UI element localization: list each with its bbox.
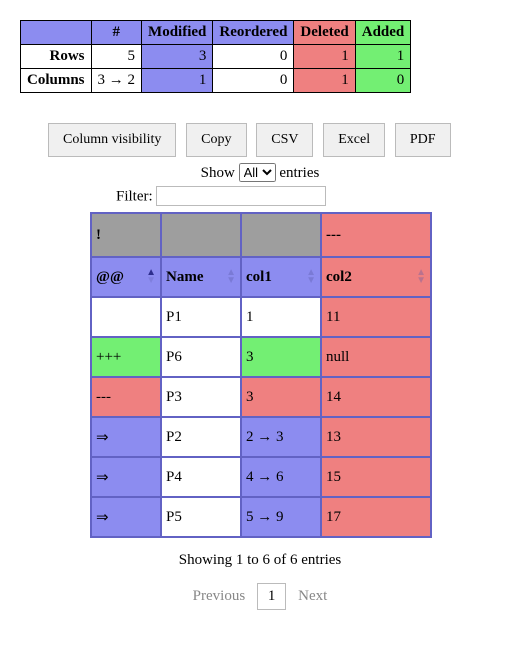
- summary-hdr-deleted: Deleted: [294, 21, 355, 45]
- diff-cell: P2: [161, 417, 241, 457]
- diff-cell: 5 → 9: [241, 497, 321, 537]
- diff-h1-c3: ---: [321, 213, 431, 257]
- diff-h2-c1-label: Name: [166, 269, 204, 285]
- diff-cell: ⇒: [91, 417, 161, 457]
- length-menu-suffix: entries: [279, 165, 319, 181]
- table-row: --- P3 3 14: [91, 377, 431, 417]
- table-row: P1 1 11: [91, 297, 431, 337]
- sort-asc-icon: ▲▼: [146, 269, 156, 285]
- diff-cell: 15: [321, 457, 431, 497]
- summary-hdr-modified: Modified: [142, 21, 213, 45]
- diff-cell: 13: [321, 417, 431, 457]
- sort-icon: ▲▼: [416, 269, 426, 285]
- diff-header-row-2: @@ ▲▼ Name ▲▼ col1 ▲▼ col2 ▲▼: [91, 257, 431, 297]
- diff-table: ! --- @@ ▲▼ Name ▲▼ col1 ▲▼ col2 ▲▼: [90, 212, 432, 538]
- summary-cols-deleted: 1: [294, 69, 355, 93]
- filter-label: Filter:: [116, 189, 153, 205]
- summary-rows-deleted: 1: [294, 45, 355, 69]
- summary-hdr-reordered: Reordered: [213, 21, 294, 45]
- diff-cell: P5: [161, 497, 241, 537]
- diff-h2-c1[interactable]: Name ▲▼: [161, 257, 241, 297]
- diff-cell: 11: [321, 297, 431, 337]
- diff-cell: ⇒: [91, 457, 161, 497]
- summary-row-rows: Rows 5 3 0 1 1: [21, 45, 411, 69]
- diff-cell: ---: [91, 377, 161, 417]
- diff-h2-c2-label: col1: [246, 269, 272, 285]
- csv-button[interactable]: CSV: [256, 123, 313, 157]
- diff-cell: 2 → 3: [241, 417, 321, 457]
- summary-rows-reordered: 0: [213, 45, 294, 69]
- diff-cell: 17: [321, 497, 431, 537]
- table-row: ⇒ P5 5 → 9 17: [91, 497, 431, 537]
- summary-rows-added: 1: [355, 45, 411, 69]
- summary-cols-label: Columns: [21, 69, 92, 93]
- diff-h2-c3-label: col2: [326, 269, 352, 285]
- export-buttons-row: Column visibility Copy CSV Excel PDF: [20, 123, 500, 157]
- length-menu-prefix: Show: [201, 165, 235, 181]
- diff-h1-c1: [161, 213, 241, 257]
- length-menu-select[interactable]: All: [239, 163, 276, 182]
- diff-cell: P4: [161, 457, 241, 497]
- diff-header-row-1: ! ---: [91, 213, 431, 257]
- table-row: +++ P6 3 null: [91, 337, 431, 377]
- table-row: ⇒ P4 4 → 6 15: [91, 457, 431, 497]
- diff-cell: P3: [161, 377, 241, 417]
- diff-cell: [91, 297, 161, 337]
- diff-tbody: P1 1 11 +++ P6 3 null --- P3 3 14 ⇒ P2 2…: [91, 297, 431, 537]
- diff-cell: P6: [161, 337, 241, 377]
- summary-rows-count: 5: [91, 45, 142, 69]
- next-page-button[interactable]: Next: [298, 588, 327, 604]
- table-info: Showing 1 to 6 of 6 entries: [20, 552, 500, 569]
- summary-corner: [21, 21, 92, 45]
- summary-hdr-count: #: [91, 21, 142, 45]
- summary-rows-label: Rows: [21, 45, 92, 69]
- diff-cell: P1: [161, 297, 241, 337]
- summary-cols-added: 0: [355, 69, 411, 93]
- excel-button[interactable]: Excel: [323, 123, 385, 157]
- diff-cell: 3: [241, 377, 321, 417]
- pagination: Previous 1 Next: [20, 583, 500, 610]
- diff-cell: 3: [241, 337, 321, 377]
- diff-cell: 1: [241, 297, 321, 337]
- diff-h2-c0[interactable]: @@ ▲▼: [91, 257, 161, 297]
- diff-h2-c0-label: @@: [96, 269, 124, 285]
- filter-input[interactable]: [156, 186, 326, 206]
- summary-cols-count: 3 → 2: [91, 69, 142, 93]
- length-menu: Show All entries: [20, 163, 500, 182]
- diff-cell: 4 → 6: [241, 457, 321, 497]
- summary-hdr-added: Added: [355, 21, 411, 45]
- copy-button[interactable]: Copy: [186, 123, 246, 157]
- summary-cols-modified: 1: [142, 69, 213, 93]
- summary-cols-reordered: 0: [213, 69, 294, 93]
- page-number-button[interactable]: 1: [257, 583, 287, 610]
- diff-h1-c0: !: [91, 213, 161, 257]
- table-row: ⇒ P2 2 → 3 13: [91, 417, 431, 457]
- sort-icon: ▲▼: [306, 269, 316, 285]
- summary-rows-modified: 3: [142, 45, 213, 69]
- diff-h1-c2: [241, 213, 321, 257]
- pdf-button[interactable]: PDF: [395, 123, 451, 157]
- filter-row: Filter:: [20, 186, 500, 206]
- diff-cell: 14: [321, 377, 431, 417]
- column-visibility-button[interactable]: Column visibility: [48, 123, 176, 157]
- diff-summary-table: # Modified Reordered Deleted Added Rows …: [20, 20, 411, 93]
- diff-cell: +++: [91, 337, 161, 377]
- diff-cell: null: [321, 337, 431, 377]
- summary-row-columns: Columns 3 → 2 1 0 1 0: [21, 69, 411, 93]
- diff-h2-c3[interactable]: col2 ▲▼: [321, 257, 431, 297]
- diff-h2-c2[interactable]: col1 ▲▼: [241, 257, 321, 297]
- sort-icon: ▲▼: [226, 269, 236, 285]
- prev-page-button[interactable]: Previous: [193, 588, 246, 604]
- diff-cell: ⇒: [91, 497, 161, 537]
